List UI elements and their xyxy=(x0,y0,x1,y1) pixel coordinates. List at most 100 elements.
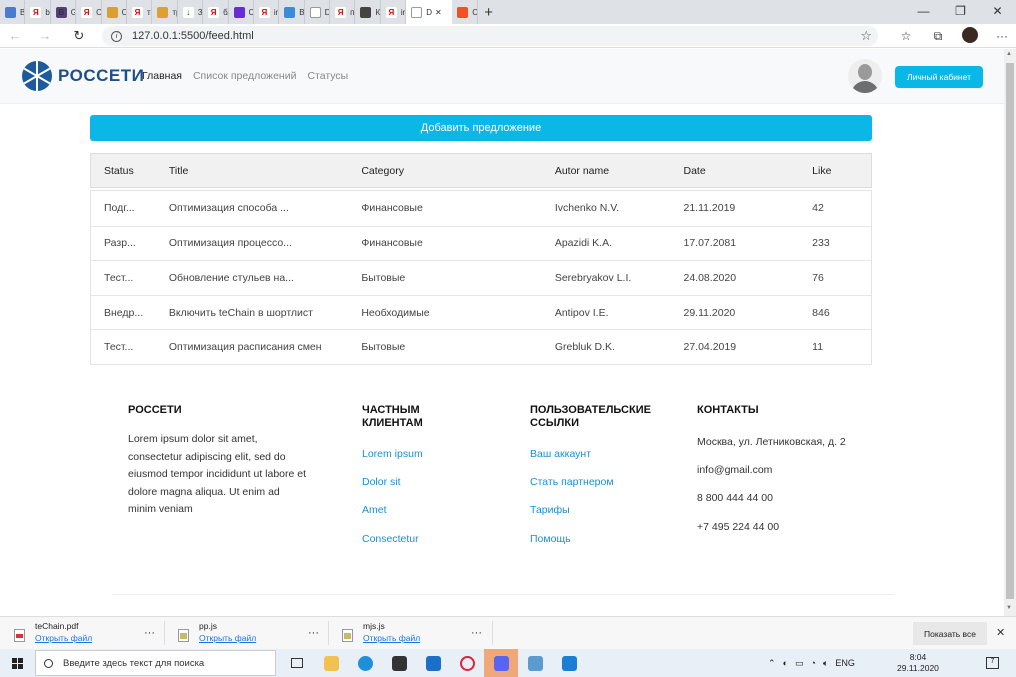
footer-link[interactable]: Тарифы xyxy=(530,504,670,532)
browser-tab-strip: Все пЯbootsBGrid sЯОптиОптиЯтранстранс↓З… xyxy=(0,0,1016,24)
footer-link[interactable]: Consectetur xyxy=(362,533,472,561)
url-bar[interactable]: i 127.0.0.1:5500/feed.html ☆ xyxy=(102,26,878,46)
more-menu-icon[interactable]: ··· xyxy=(986,29,1016,43)
network-icon[interactable]: ◔ xyxy=(811,658,816,668)
clock[interactable]: 8:04 29.11.2020 xyxy=(897,652,939,674)
add-proposal-button[interactable]: Добавить предложение xyxy=(90,115,872,141)
browser-tab[interactable]: ↓Загру xyxy=(178,0,204,24)
taskbar-search[interactable]: Введите здесь текст для поиска xyxy=(35,650,276,676)
download-item[interactable]: mjs.js Открыть файл xyxy=(342,621,420,643)
discord-icon[interactable] xyxy=(484,649,518,677)
nav-home[interactable]: Главная xyxy=(142,70,182,82)
restore-icon[interactable]: ❐ xyxy=(942,0,979,22)
tab-page-icon xyxy=(5,6,16,18)
col-author[interactable]: Autor name xyxy=(542,165,671,177)
browser-tab[interactable]: Спра xyxy=(452,0,478,24)
table-row[interactable]: Внедр... Включить teChain в шортлист Необх… xyxy=(91,294,871,330)
battery-icon[interactable]: ▭ xyxy=(795,658,804,669)
col-status[interactable]: Status xyxy=(91,165,156,177)
language-indicator[interactable]: ENG xyxy=(835,658,855,668)
browser-tab[interactable]: Опти xyxy=(102,0,127,24)
scroll-up-icon[interactable]: ▲ xyxy=(1006,51,1012,57)
tray-chevron-icon[interactable]: ⌃ xyxy=(768,658,776,669)
browser-tab[interactable]: Яboots xyxy=(25,0,51,24)
task-view-icon[interactable] xyxy=(280,649,314,677)
browser-tab[interactable]: Яблок xyxy=(203,0,229,24)
table-row[interactable]: Разр... Оптимизация процессо... Финансовые… xyxy=(91,225,871,261)
table-row[interactable]: Тест... Оптимизация расписания смен Бытовы… xyxy=(91,329,871,364)
download-menu-icon[interactable]: ··· xyxy=(471,627,482,639)
browser-tab[interactable]: Яimpo xyxy=(381,0,407,24)
col-date[interactable]: Date xyxy=(671,165,800,177)
browser-tab[interactable]: Как п xyxy=(355,0,381,24)
collections-icon[interactable]: ⧉ xyxy=(922,29,954,44)
open-file-link[interactable]: Открыть файл xyxy=(199,633,256,643)
download-menu-icon[interactable]: ··· xyxy=(144,627,155,639)
col-like[interactable]: Like xyxy=(799,165,871,177)
browser-tab[interactable]: Выра xyxy=(279,0,305,24)
file-explorer-icon[interactable] xyxy=(314,649,348,677)
windows-logo-icon xyxy=(11,657,23,669)
table-row[interactable]: Подг... Оптимизация способа ... Финансовые… xyxy=(91,191,871,226)
store-icon[interactable] xyxy=(382,649,416,677)
close-downloads-icon[interactable]: ✕ xyxy=(996,626,1005,639)
footer-link[interactable]: Ваш аккаунт xyxy=(530,448,670,476)
browser-tab[interactable]: Все п xyxy=(0,0,26,24)
favorites-icon[interactable]: ☆ xyxy=(890,29,922,43)
close-window-icon[interactable]: ✕ xyxy=(979,0,1016,22)
rosseti-logo[interactable]: РОССЕТИ xyxy=(22,61,144,91)
notifications-icon[interactable]: 7 xyxy=(986,657,999,669)
browser-tab[interactable]: транс xyxy=(152,0,178,24)
browser-tab[interactable]: ЯОпти xyxy=(76,0,102,24)
footer-link[interactable]: Lorem ipsum xyxy=(362,448,472,476)
cell-author: Serebryakov L.I. xyxy=(554,271,632,284)
browser-tab[interactable]: Секц xyxy=(229,0,254,24)
reload-icon[interactable]: ↻ xyxy=(64,24,94,48)
new-tab-button[interactable]: + xyxy=(478,0,500,24)
browser-tab[interactable]: B Grid s xyxy=(51,0,77,24)
edge-icon[interactable] xyxy=(348,649,382,677)
user-avatar[interactable] xyxy=(848,59,882,93)
page-scrollbar[interactable]: ▲ ▼ xyxy=(1004,49,1016,616)
site-info-icon[interactable]: i xyxy=(111,30,122,42)
open-file-link[interactable]: Открыть файл xyxy=(363,633,420,643)
favorite-star-icon[interactable]: ☆ xyxy=(860,28,872,44)
opera-icon[interactable] xyxy=(450,649,484,677)
forward-icon[interactable]: → xyxy=(30,24,60,48)
browser-tab[interactable]: Ятранс xyxy=(127,0,153,24)
footer-link[interactable]: Помощь xyxy=(530,533,670,561)
footer-link[interactable]: Amet xyxy=(362,504,472,532)
col-title[interactable]: Title xyxy=(156,165,348,177)
table-row[interactable]: Тест... Обновление стульев на... Бытовые Se… xyxy=(91,260,871,295)
app-icon[interactable] xyxy=(518,649,552,677)
show-all-downloads-button[interactable]: Показать все xyxy=(913,622,987,645)
download-menu-icon[interactable]: ··· xyxy=(308,627,319,639)
tray-app-icon[interactable]: ◐ xyxy=(783,658,788,668)
minimize-icon[interactable]: — xyxy=(905,0,942,22)
col-category[interactable]: Category xyxy=(348,165,541,177)
browser-tab[interactable]: Яподк xyxy=(330,0,356,24)
cell-status: Подг... xyxy=(104,202,135,215)
open-file-link[interactable]: Открыть файл xyxy=(35,633,92,643)
vscode-icon[interactable] xyxy=(552,649,586,677)
browser-tab[interactable]: Docu xyxy=(305,0,331,24)
close-tab-icon[interactable]: ✕ xyxy=(435,8,442,17)
scrollbar-thumb[interactable] xyxy=(1006,63,1014,599)
volume-icon[interactable]: 🔈︎ xyxy=(823,658,828,669)
download-item[interactable]: teChain.pdf Открыть файл xyxy=(14,621,92,643)
mail-icon[interactable] xyxy=(416,649,450,677)
browser-tab[interactable]: D ✕ xyxy=(406,0,453,24)
cell-like: 233 xyxy=(812,237,830,250)
start-button[interactable] xyxy=(0,649,34,677)
footer-link[interactable]: Dolor sit xyxy=(362,476,472,504)
browser-tab[interactable]: Яimage xyxy=(254,0,280,24)
back-icon[interactable]: ← xyxy=(0,24,30,48)
nav-proposals-list[interactable]: Список предложений xyxy=(193,70,296,82)
download-item[interactable]: pp.js Открыть файл xyxy=(178,621,256,643)
js-file-icon xyxy=(178,629,189,642)
profile-avatar[interactable] xyxy=(954,26,986,46)
nav-statuses[interactable]: Статусы xyxy=(307,70,348,82)
scroll-down-icon[interactable]: ▼ xyxy=(1006,605,1012,611)
footer-link[interactable]: Стать партнером xyxy=(530,476,670,504)
personal-cabinet-button[interactable]: Личный кабинет xyxy=(895,66,983,88)
